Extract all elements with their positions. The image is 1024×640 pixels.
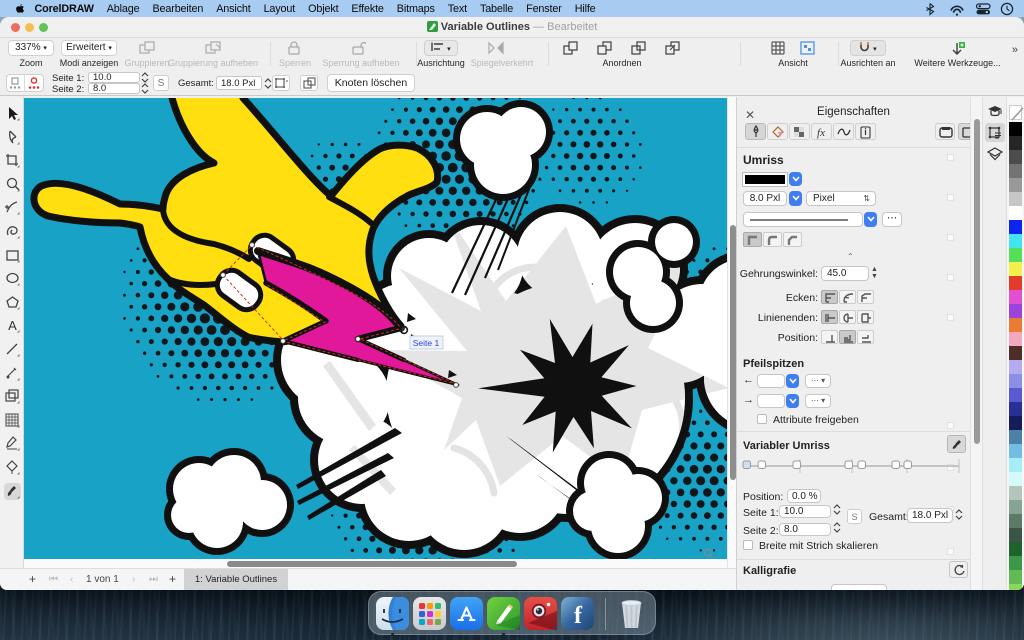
svg-text:fx: fx — [817, 127, 825, 139]
svg-text:Seite 1: Seite 1 — [413, 338, 440, 348]
svg-text:f: f — [574, 603, 583, 629]
svg-text:A: A — [8, 318, 17, 333]
